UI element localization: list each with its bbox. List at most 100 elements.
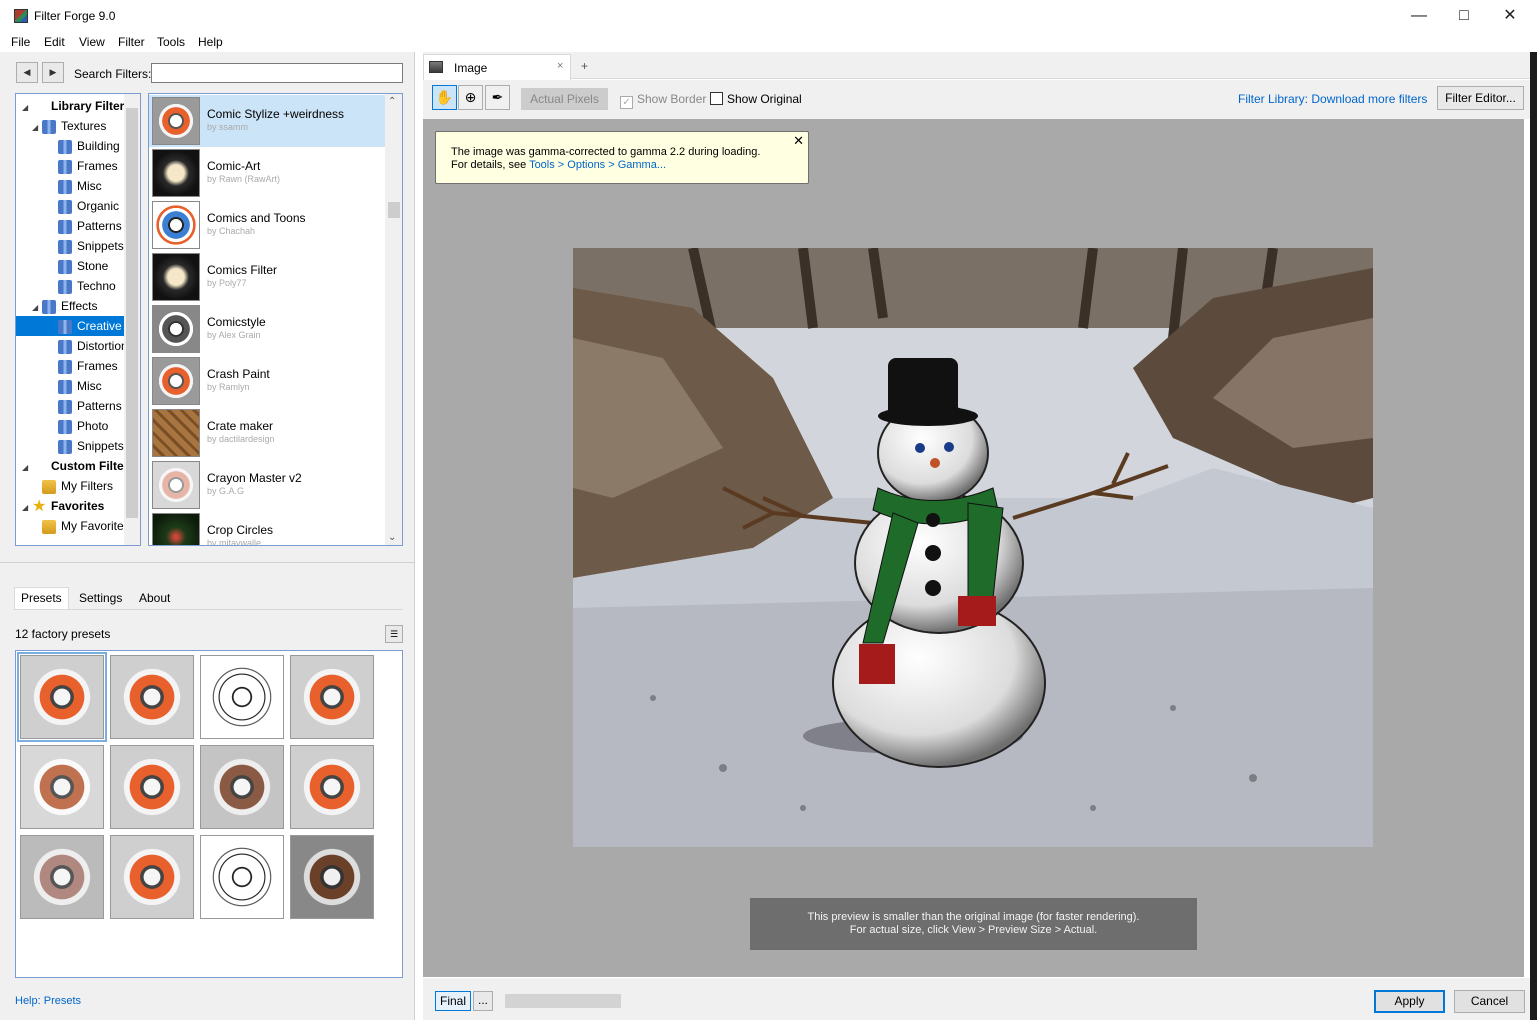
filter-category-tree[interactable]: My Favorites ◢ ★ Favorites My Filters ◢ Custom…	[15, 93, 141, 546]
folder-icon	[42, 479, 56, 494]
filter-list-item[interactable]: Comics Filter by Poly77	[149, 251, 385, 303]
preset-thumbnail[interactable]	[290, 745, 374, 829]
show-original-checkbox[interactable]: Show Original	[710, 92, 802, 106]
zoom-tool-button[interactable]: ⊕	[458, 85, 483, 110]
tree-item-patterns[interactable]: Patterns	[16, 216, 124, 236]
search-filters-input[interactable]	[151, 63, 403, 83]
menu-view[interactable]: View	[79, 35, 105, 49]
tab-about[interactable]: About	[132, 587, 177, 609]
preset-thumbnail[interactable]	[110, 655, 194, 739]
tree-item-patterns[interactable]: Patterns	[16, 396, 124, 416]
menu-edit[interactable]: Edit	[44, 35, 65, 49]
scroll-down-icon[interactable]: ⌄	[388, 532, 396, 543]
tree-item-building[interactable]: Building	[16, 136, 124, 156]
menu-filter[interactable]: Filter	[118, 35, 145, 49]
preset-thumbnail[interactable]	[20, 835, 104, 919]
eyedropper-tool-button[interactable]: ✒	[485, 85, 510, 110]
pane-splitter[interactable]	[0, 562, 414, 566]
preview-canvas[interactable]: The image was gamma-corrected to gamma 2…	[423, 119, 1524, 977]
tree-item-effects[interactable]: ◢ Effects	[16, 296, 124, 316]
preset-thumbnail[interactable]	[110, 835, 194, 919]
tab-image[interactable]: Image ×	[423, 54, 571, 80]
final-render-button[interactable]: Final	[435, 991, 471, 1011]
tree-item-textures[interactable]: ◢ Textures	[16, 116, 124, 136]
menu-help[interactable]: Help	[198, 35, 223, 49]
tree-item-snippets[interactable]: Snippets	[16, 236, 124, 256]
back-button[interactable]: ◀	[16, 62, 38, 83]
filter-list-scrollbar[interactable]: ⌃ ⌄	[385, 94, 402, 545]
scroll-up-icon[interactable]: ⌃	[388, 96, 396, 107]
tree-item-snippets[interactable]: Snippets	[16, 436, 124, 456]
preset-thumbnail[interactable]	[200, 745, 284, 829]
preset-thumbnail[interactable]	[20, 745, 104, 829]
tree-item-favorites[interactable]: ◢ ★ Favorites	[16, 496, 124, 516]
add-tab-button[interactable]: +	[581, 59, 588, 73]
filter-list-item[interactable]: Crayon Master v2 by G.A.G	[149, 459, 385, 511]
tree-item-creative[interactable]: Creative	[16, 316, 124, 336]
show-border-checkbox[interactable]: ✓ Show Border	[620, 92, 706, 109]
close-notification-icon[interactable]: ✕	[793, 134, 804, 147]
filter-list-item[interactable]: Comics and Toons by Chachah	[149, 199, 385, 251]
preset-thumbnail[interactable]	[200, 835, 284, 919]
preset-thumbnail[interactable]	[290, 655, 374, 739]
filter-editor-button[interactable]: Filter Editor...	[1437, 86, 1524, 110]
menu-tools[interactable]: Tools	[157, 35, 185, 49]
presets-menu-button[interactable]: ☰	[385, 625, 403, 643]
tab-presets[interactable]: Presets	[14, 587, 69, 610]
expand-arrow-icon[interactable]: ◢	[22, 458, 32, 478]
tree-item-distortion[interactable]: Distortion	[16, 336, 128, 356]
tree-item-label: Techno	[77, 279, 116, 293]
gamma-options-link[interactable]: Tools > Options > Gamma...	[529, 159, 666, 171]
tree-item-library-filters[interactable]: ◢ Library Filters	[16, 96, 131, 118]
filter-library-link[interactable]: Filter Library: Download more filters	[1238, 92, 1427, 106]
render-options-button[interactable]: ...	[473, 991, 493, 1011]
preset-thumbnail[interactable]	[290, 835, 374, 919]
tree-item-custom-filters[interactable]: ◢ Custom Filters	[16, 456, 135, 478]
tree-item-frames[interactable]: Frames	[16, 156, 124, 176]
preset-thumbnail[interactable]	[200, 655, 284, 739]
hand-tool-button[interactable]: ✋	[432, 85, 457, 110]
tree-item-misc[interactable]: Misc	[16, 376, 124, 396]
filter-thumbnail	[152, 513, 200, 545]
filter-list-item[interactable]: Comic Stylize +weirdness by ssamm	[149, 95, 385, 147]
help-presets-link[interactable]: Help: Presets	[15, 995, 81, 1007]
filter-list-item[interactable]: Crate maker by dactilardesign	[149, 407, 385, 459]
filter-list[interactable]: Crop Circles by mitavwalle Crayon Master v…	[148, 93, 403, 546]
tree-scroll-thumb[interactable]	[126, 108, 138, 518]
filter-list-item[interactable]: Crop Circles by mitavwalle	[149, 511, 385, 545]
filter-list-item[interactable]: Crash Paint by Ramlyn	[149, 355, 385, 407]
tree-item-techno[interactable]: Techno	[16, 276, 124, 296]
maximize-button[interactable]: □	[1441, 4, 1487, 28]
tree-item-organic[interactable]: Organic	[16, 196, 124, 216]
tree-item-frames[interactable]: Frames	[16, 356, 124, 376]
expand-arrow-icon[interactable]: ◢	[22, 498, 32, 518]
tree-item-misc[interactable]: Misc	[16, 176, 124, 196]
preset-thumbnail[interactable]	[110, 745, 194, 829]
tree-scrollbar[interactable]	[124, 94, 140, 545]
apply-button[interactable]: Apply	[1374, 990, 1445, 1013]
tab-close-icon[interactable]: ×	[557, 60, 563, 72]
tree-item-my-favorites[interactable]: My Favorites	[16, 516, 130, 536]
dropdown-menu-icon: ☰	[389, 629, 399, 639]
forward-button[interactable]: ▶	[42, 62, 64, 83]
filter-list-item[interactable]: Comic-Art by Rawn (RawArt)	[149, 147, 385, 199]
actual-pixels-button[interactable]: Actual Pixels	[521, 88, 608, 110]
tab-settings[interactable]: Settings	[72, 587, 129, 609]
preview-image[interactable]	[573, 248, 1373, 847]
menu-file[interactable]: File	[11, 35, 30, 49]
expand-arrow-icon[interactable]: ◢	[32, 118, 42, 138]
close-button[interactable]: ✕	[1487, 4, 1533, 28]
tree-item-label: Custom Filters	[51, 459, 136, 473]
filter-list-scroll-thumb[interactable]	[388, 202, 400, 218]
filter-list-item[interactable]: Comicstyle by Alex Grain	[149, 303, 385, 355]
minimize-button[interactable]: —	[1396, 4, 1442, 28]
cancel-button[interactable]: Cancel	[1454, 990, 1525, 1013]
library-cube-icon	[32, 100, 46, 114]
tree-item-my-filters[interactable]: My Filters	[16, 476, 124, 496]
library-cube-icon	[32, 460, 46, 474]
tree-item-stone[interactable]: Stone	[16, 256, 124, 276]
expand-arrow-icon[interactable]: ◢	[22, 98, 32, 118]
preset-thumbnail[interactable]	[17, 652, 107, 742]
expand-arrow-icon[interactable]: ◢	[32, 298, 42, 318]
tree-item-photo[interactable]: Photo	[16, 416, 124, 436]
